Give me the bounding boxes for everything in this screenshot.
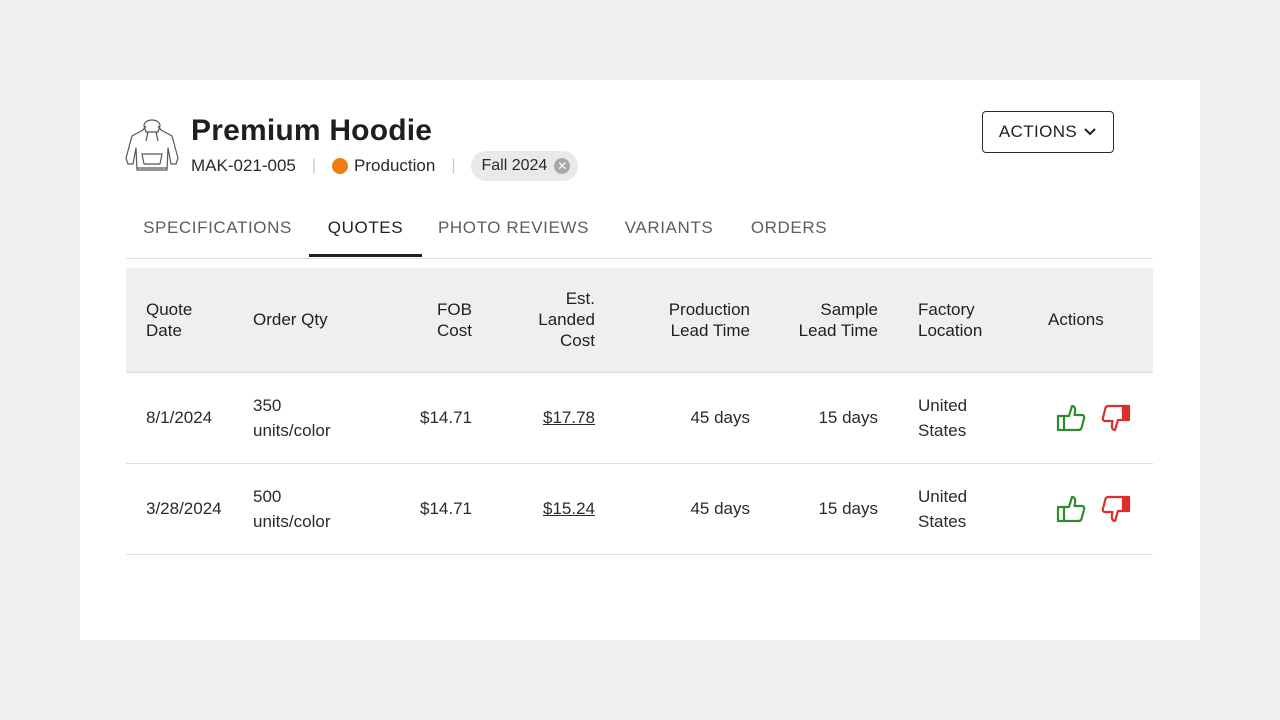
divider: | [311,157,317,174]
factory-location-cell: United States [918,395,968,440]
product-detail-card: Premium Hoodie MAK-021-005 | Production … [80,80,1200,640]
chevron-down-icon [1084,128,1096,136]
order-qty-cell: 500 units/color [253,486,331,531]
landed-cost-cell: $17.78 [472,372,595,463]
landed-cost-cell: $15.24 [472,463,595,554]
landed-cost-link[interactable]: $15.24 [543,499,595,518]
fob-cost-cell: $14.71 [420,408,472,427]
thumbs-up-icon[interactable] [1056,494,1086,524]
table-header-row: Quote Date Order Qty FOB Cost Est. Landed Co… [126,268,1153,372]
column-header-sample-lead-time[interactable]: Sample Lead Time [750,268,878,372]
page-title: Premium Hoodie [191,114,433,147]
factory-location-cell: United States [918,486,968,531]
actions-button-label: ACTIONS [998,122,1078,141]
actions-cell [1008,372,1153,463]
production-lead-time-cell: 45 days [690,408,750,427]
column-header-landed-cost[interactable]: Est. Landed Cost [472,268,595,372]
fob-cost-cell: $14.71 [420,499,472,518]
quotes-table: Quote Date Order Qty FOB Cost Est. Landed Co… [126,268,1153,555]
column-header-production-lead-time[interactable]: Production Lead Time [595,268,750,372]
table-row[interactable]: 8/1/2024 350 units/color $14.71 $17.78 45… [126,372,1153,463]
sample-lead-time-cell: 15 days [818,499,878,518]
table-row[interactable]: 3/28/2024 500 units/color $14.71 $15.24 4… [126,463,1153,554]
order-qty-cell: 350 units/color [253,395,331,440]
actions-cell [1008,463,1153,554]
thumbs-up-icon[interactable] [1056,403,1086,433]
actions-dropdown-button[interactable]: ACTIONS [982,111,1114,153]
status-label: Production [354,156,436,175]
production-lead-time-cell: 45 days [690,499,750,518]
tab-orders[interactable]: ORDERS [733,198,845,257]
quote-date-cell: 8/1/2024 [146,408,213,427]
column-header-factory-location[interactable]: Factory Location [878,268,1008,372]
status-dot-icon [332,158,349,174]
tab-specifications[interactable]: SPECIFICATIONS [126,198,309,257]
sample-lead-time-cell: 15 days [818,408,878,427]
divider: | [451,157,456,174]
remove-tag-icon[interactable]: ✕ [554,158,571,174]
thumbs-down-icon[interactable] [1101,494,1131,524]
tab-bar: SPECIFICATIONS QUOTES PHOTO REVIEWS VARI… [126,198,1153,259]
thumbs-down-icon[interactable] [1101,403,1131,433]
season-tag-label: Fall 2024 [481,157,548,174]
tab-variants[interactable]: VARIANTS [605,198,733,257]
tab-quotes[interactable]: QUOTES [309,198,422,257]
column-header-fob-cost[interactable]: FOB Cost [400,268,472,372]
season-tag-chip: Fall 2024 ✕ [471,151,579,181]
hoodie-sketch-icon [125,119,179,171]
column-header-actions: Actions [1048,310,1104,330]
column-header-quote-date[interactable]: Quote Date [126,268,253,372]
tab-photo-reviews[interactable]: PHOTO REVIEWS [422,198,605,257]
sku-label: MAK-021-005 [191,156,296,175]
product-meta: MAK-021-005 | Production | Fall 2024 ✕ [191,151,579,181]
landed-cost-link[interactable]: $17.78 [543,408,595,427]
column-header-order-qty[interactable]: Order Qty [253,268,400,372]
quote-date-cell: 3/28/2024 [146,499,222,518]
